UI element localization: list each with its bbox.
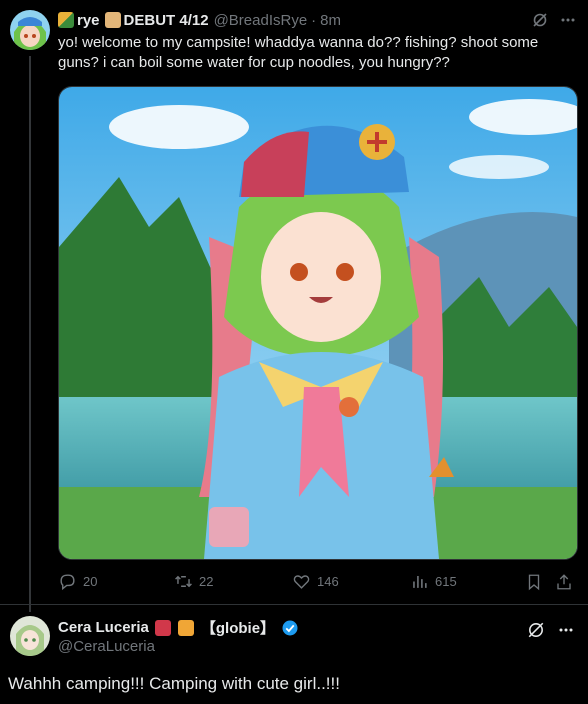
separator: · (311, 11, 317, 29)
camp-emoji-icon (58, 12, 74, 28)
reply-count: 20 (83, 574, 98, 589)
repost-icon (175, 575, 192, 588)
verified-badge-icon (281, 619, 299, 637)
like-button[interactable]: 146 (292, 572, 339, 591)
repost-button[interactable]: 22 (174, 572, 213, 591)
author-avatar[interactable] (10, 10, 50, 50)
more-icon[interactable] (558, 10, 578, 30)
author-handle[interactable]: @BreadIsRye (214, 12, 308, 29)
reply-button[interactable]: 20 (58, 572, 97, 591)
post-header: rye DEBUT 4/12 @BreadIsRye · 8m (58, 10, 341, 30)
reply-author-handle[interactable]: @CeraLuceria (58, 638, 155, 655)
like-count: 146 (317, 574, 339, 589)
views-icon (413, 575, 427, 588)
reply-text: Wahhh camping!!! Camping with cute girl.… (8, 674, 340, 693)
drink-emoji-icon (177, 619, 194, 636)
reply-author-tag[interactable]: 【globie】 (201, 617, 275, 638)
bookmark-icon[interactable] (524, 572, 544, 592)
post-divider (0, 604, 588, 605)
grok-icon[interactable] (530, 10, 550, 30)
reply-icon (60, 574, 75, 591)
reply-avatar[interactable] (10, 616, 50, 656)
post-time[interactable]: 8m (320, 12, 341, 29)
share-icon[interactable] (554, 572, 574, 592)
post-image[interactable] (58, 86, 578, 560)
view-count: 615 (435, 574, 457, 589)
reply-grok-icon[interactable] (526, 620, 546, 640)
post-actions: 20 22 146 615 (58, 572, 578, 594)
thread-line (29, 56, 31, 612)
author-name[interactable]: rye (77, 12, 100, 29)
reply-header: Cera Luceria 【globie】 (58, 617, 299, 638)
repost-count: 22 (199, 574, 214, 589)
bread-emoji-icon (104, 12, 121, 28)
post-text: yo! welcome to my campsite! whaddya wann… (58, 34, 539, 71)
reply-author-name[interactable]: Cera Luceria (58, 619, 149, 636)
heart-icon (293, 575, 310, 589)
dancer-emoji-icon (154, 619, 171, 636)
reply-more-icon[interactable] (556, 620, 576, 640)
author-suffix[interactable]: DEBUT 4/12 (124, 12, 209, 29)
views-button[interactable]: 615 (410, 572, 457, 591)
